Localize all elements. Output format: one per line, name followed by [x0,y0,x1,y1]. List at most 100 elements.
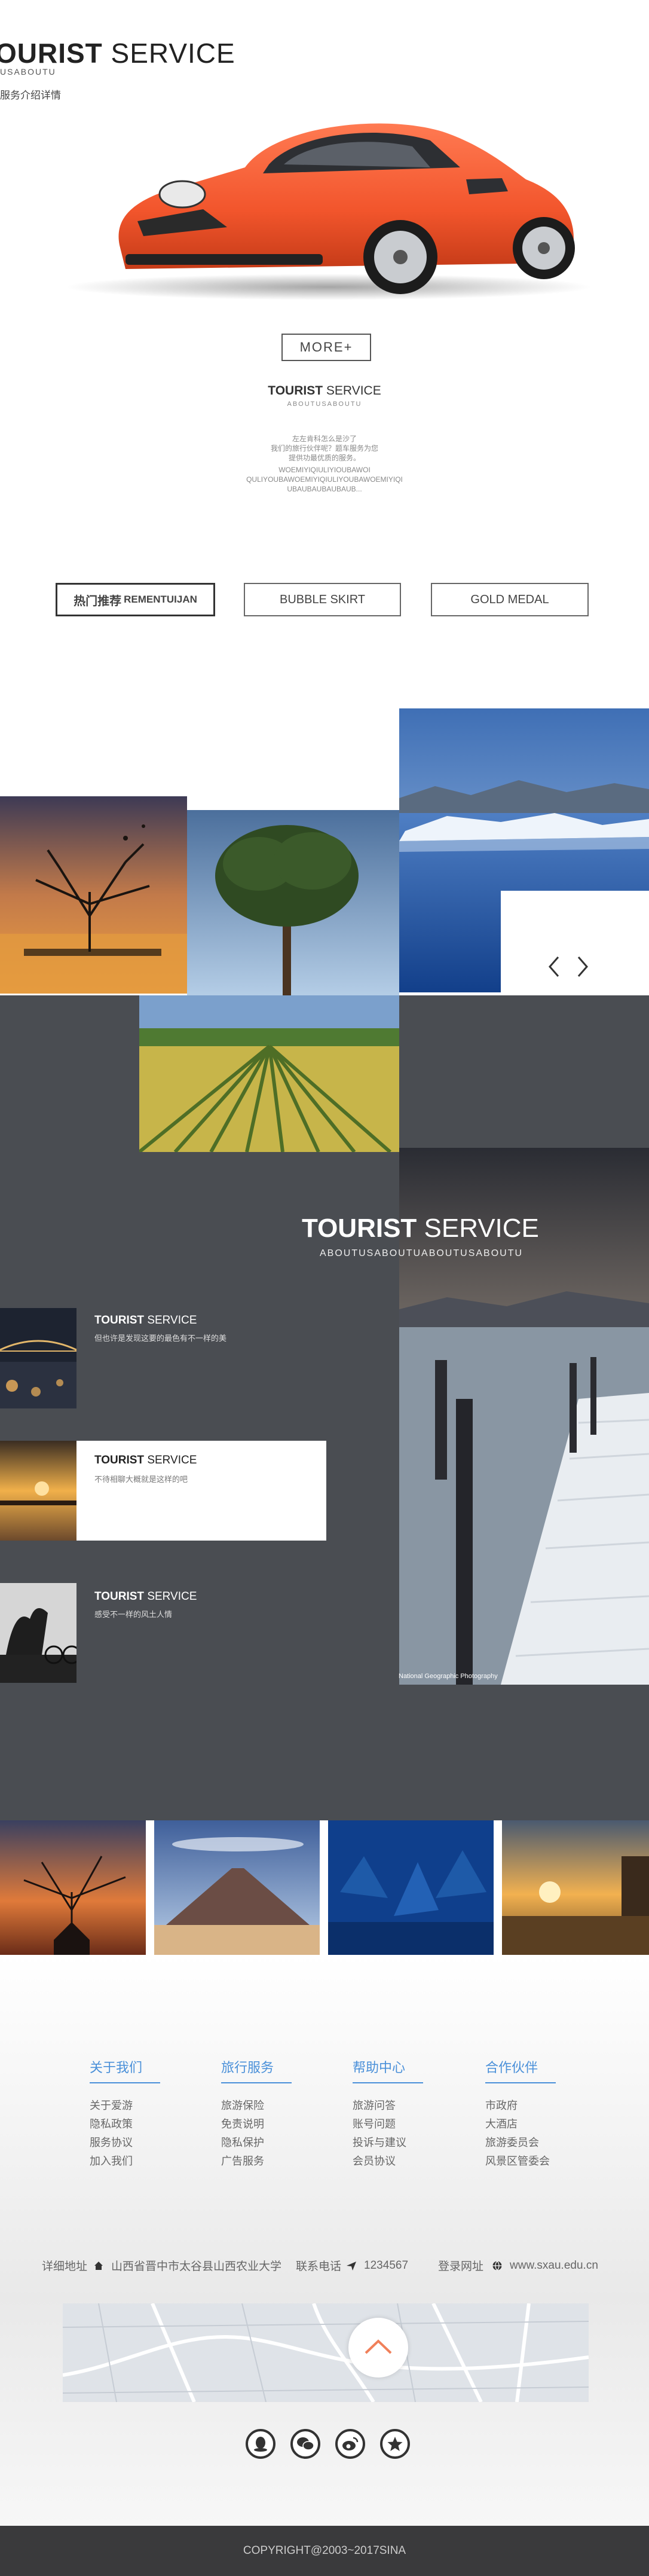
footer-link[interactable]: 隐私保护 [221,2134,292,2152]
car-image [48,108,610,305]
hero-title-bold: OURIST [0,38,103,69]
copyright-bar: COPYRIGHT@2003~2017SINA [0,2526,649,2576]
gallery-title: TOURIST SERVICE [302,1214,539,1243]
footer-column-underline [90,2082,160,2083]
footer-column-help: 帮助中心 旅游问答 账号问题 投诉与建议 会员协议 [353,2057,423,2171]
bridge-night-thumb[interactable] [0,1308,76,1408]
volcano-image[interactable] [154,1820,320,1955]
footer-column-underline [485,2082,556,2083]
item-title-light: SERVICE [144,1454,197,1466]
site-link[interactable]: www.sxau.edu.cn [510,2259,598,2272]
footer-link[interactable]: 账号问题 [353,2115,423,2134]
location-map[interactable] [63,2303,589,2402]
sunset-tree-image[interactable] [0,796,187,994]
qq-icon[interactable] [246,2429,275,2459]
item-description: 不待相聊大概就是这样的吧 [94,1475,188,1484]
about-line: 提供功最优质的服务。 [288,454,360,462]
item-title-light: SERVICE [144,1590,197,1603]
about-title-bold: TOURIST [268,384,323,398]
phone-value: 1234567 [364,2259,409,2272]
footer-column-title: 关于我们 [90,2060,143,2075]
about-line: UBAUBAUBAUBAUB... [287,485,362,493]
chevron-up-icon [363,2337,393,2358]
about-title-light: SERVICE [323,384,381,398]
footer-link[interactable]: 广告服务 [221,2152,292,2171]
hero-title: OURIST SERVICE [0,37,235,69]
bare-tree-sunset-image[interactable] [0,1820,146,1955]
bicycle-silhouette-thumb[interactable] [0,1583,76,1683]
about-line: 我们的旅行伙伴呢？题车服务为您 [270,444,378,453]
tab-label: 热门推荐 [74,594,122,608]
photo-watermark: National Geographic Photography [399,1673,498,1680]
footer-column-service: 旅行服务 旅游保险 免责说明 隐私保护 广告服务 [221,2057,292,2171]
footer-link[interactable]: 市政府 [485,2097,556,2115]
hero-subtitle: USABOUTU [0,67,56,77]
footer-link[interactable]: 风景区管委会 [485,2152,556,2171]
footer-column-title: 合作伙伴 [485,2060,538,2075]
address-label: 详细地址 [42,2260,88,2273]
item-title: TOURIST SERVICE [94,1314,197,1327]
footer-link[interactable]: 免责说明 [221,2115,292,2134]
tab-gold-medal[interactable]: GOLD MEDAL [431,583,589,616]
tree-sky-image[interactable] [187,810,399,995]
blue-rocks-image[interactable] [328,1820,494,1955]
cornfield-image[interactable] [139,995,399,1152]
hero-description: 服务介绍详情 [0,90,61,101]
tab-label: GOLD MEDAL [470,592,549,606]
about-title: TOURIST SERVICE [0,384,649,398]
footer-link[interactable]: 大酒店 [485,2115,556,2134]
tab-sublabel: REMENTUIJAN [124,594,197,605]
prev-arrow-icon[interactable] [545,954,563,980]
footer-link[interactable]: 会员协议 [353,2152,423,2171]
more-button[interactable]: MORE+ [281,334,371,361]
copyright-text: COPYRIGHT@2003~2017SINA [243,2544,406,2557]
hero-title-light: SERVICE [102,38,235,69]
footer-column-underline [221,2082,292,2083]
about-line: 左左肯科怎么是沙了 [292,435,357,443]
footer-background [0,1955,649,2526]
footer-link[interactable]: 服务协议 [90,2134,160,2152]
item-title-light: SERVICE [144,1314,197,1327]
footer-column-title: 旅行服务 [221,2060,274,2075]
send-icon [346,2260,357,2271]
phone-label: 联系电话 [296,2260,342,2273]
contact-row: 详细地址 山西省晋中市太谷县山西农业大学 联系电话 1234567 登录网址 w… [42,2257,627,2274]
item-title-bold: TOURIST [94,1454,145,1466]
footer-link[interactable]: 旅游委员会 [485,2134,556,2152]
footer-link[interactable]: 加入我们 [90,2152,160,2171]
footer-link[interactable]: 旅游保险 [221,2097,292,2115]
gallery-title-light: SERVICE [417,1214,539,1243]
about-line: QULIYOUBAWOEMIYIQIULIYOUBAWOEMIYIQI [246,475,403,484]
footer-link[interactable]: 旅游问答 [353,2097,423,2115]
sunset-house-image[interactable] [502,1820,649,1955]
item-title: TOURIST SERVICE [94,1454,197,1467]
weibo-icon[interactable] [335,2429,365,2459]
footer-column-underline [353,2082,423,2083]
item-title: TOURIST SERVICE [94,1590,197,1603]
footer-column-about: 关于我们 关于爱游 隐私政策 服务协议 加入我们 [90,2057,160,2171]
back-to-top-button[interactable] [348,2318,408,2378]
item-description: 感受不一样的风土人情 [94,1610,173,1619]
sunset-lake-thumb[interactable] [0,1441,76,1541]
item-description: 但也许是发现这要的最色有不一样的美 [94,1334,227,1343]
footer-column-partners: 合作伙伴 市政府 大酒店 旅游委员会 风景区管委会 [485,2057,556,2171]
globe-icon [492,2260,503,2271]
about-subtitle: ABOUTUSABOUTU [287,401,362,408]
next-arrow-icon[interactable] [574,954,592,980]
star-icon[interactable] [380,2429,410,2459]
footer-link[interactable]: 关于爱游 [90,2097,160,2115]
site-label: 登录网址 [438,2260,484,2273]
gallery-title-bold: TOURIST [302,1214,417,1243]
item-title-bold: TOURIST [94,1314,145,1327]
home-icon [93,2260,104,2271]
address-value: 山西省晋中市太谷县山西农业大学 [111,2260,282,2273]
footer-link[interactable]: 投诉与建议 [353,2134,423,2152]
gallery-subtitle: ABOUTUSABOUTUABOUTUSABOUTU [320,1248,524,1258]
tab-bubble-skirt[interactable]: BUBBLE SKIRT [244,583,401,616]
tab-label: BUBBLE SKIRT [279,592,366,606]
about-body: 左左肯科怎么是沙了 我们的旅行伙伴呢？题车服务为您 提供功最优质的服务。 WOE… [175,434,474,494]
footer-column-title: 帮助中心 [353,2060,406,2075]
wechat-icon[interactable] [290,2429,320,2459]
footer-link[interactable]: 隐私政策 [90,2115,160,2134]
tab-rementuijan[interactable]: 热门推荐 REMENTUIJAN [56,583,215,616]
